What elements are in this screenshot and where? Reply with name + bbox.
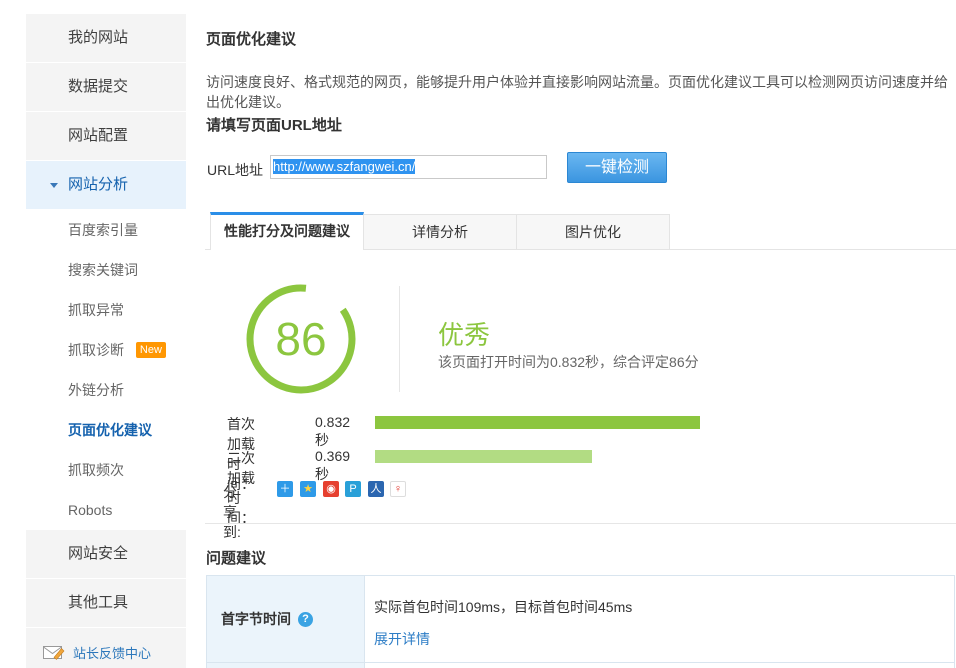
page-title: 页面优化建议 [206, 28, 296, 49]
vertical-divider [399, 286, 400, 392]
sidebar-item-label: 网站分析 [68, 176, 128, 193]
sidebar-item-data-submit[interactable]: 数据提交 [26, 63, 186, 111]
issue-name-cell: 首字节时间 ? [207, 576, 365, 662]
sidebar-item-crawl-frequency[interactable]: 抓取频次 [26, 450, 186, 490]
horizontal-divider [205, 523, 956, 524]
qzone-icon[interactable]: ★ [300, 481, 316, 497]
sidebar-item-feedback-center[interactable]: 站长反馈中心 [26, 628, 186, 668]
feedback-label: 站长反馈中心 [73, 643, 151, 662]
sidebar-item-other-tools[interactable]: 其他工具 [26, 579, 186, 627]
issue-detail-cell [365, 663, 954, 668]
url-section-title: 请填写页面URL地址 [206, 114, 342, 135]
tab-performance-score[interactable]: 性能打分及问题建议 [210, 212, 364, 250]
main-content: 页面优化建议 访问速度良好、格式规范的网页，能够提升用户体验并直接影响网站流量。… [205, 0, 956, 668]
issue-detail-text: 实际首包时间109ms，目标首包时间45ms [374, 597, 954, 617]
result-tabs: 性能打分及问题建议 详情分析 图片优化 [205, 211, 956, 250]
url-input-selected-text: http://www.szfangwei.cn/ [273, 159, 415, 174]
issue-name: 首字节时间 [221, 609, 291, 629]
expand-details-link[interactable]: 展开详情 [374, 629, 430, 649]
people-weibo-icon[interactable]: ♀ [390, 481, 406, 497]
table-row: 首字节时间 ? 实际首包时间109ms，目标首包时间45ms 展开详情 [207, 576, 954, 662]
sidebar-item-label: 抓取诊断 [68, 342, 124, 358]
issue-detail-cell: 实际首包时间109ms，目标首包时间45ms 展开详情 [365, 576, 954, 662]
sidebar-item-crawl-diagnosis[interactable]: 抓取诊断 New [26, 330, 186, 370]
new-badge: New [136, 342, 166, 358]
score-value: 86 [246, 284, 356, 394]
table-row [207, 662, 954, 668]
renren-icon[interactable]: 人 [368, 481, 384, 497]
sidebar-item-crawl-errors[interactable]: 抓取异常 [26, 290, 186, 330]
first-load-value: 0.832 秒 [315, 414, 350, 450]
sidebar-item-site-config[interactable]: 网站配置 [26, 112, 186, 160]
page-optimization-tool-page: 我的网站 数据提交 网站配置 网站分析 百度索引量 搜索关键词 抓取异常 抓取诊… [0, 0, 956, 668]
chevron-down-icon [50, 183, 58, 188]
page-description: 访问速度良好、格式规范的网页，能够提升用户体验并直接影响网站流量。页面优化建议工… [206, 72, 956, 112]
issue-name-cell [207, 663, 365, 668]
sidebar-item-page-optimization[interactable]: 页面优化建议 [26, 410, 186, 450]
url-input[interactable]: http://www.szfangwei.cn/ [270, 155, 547, 179]
url-field-label: URL地址 [207, 160, 263, 180]
score-summary: 该页面打开时间为0.832秒，综合评定86分 [438, 352, 699, 372]
issues-section-title: 问题建议 [206, 547, 266, 568]
sidebar: 我的网站 数据提交 网站配置 网站分析 百度索引量 搜索关键词 抓取异常 抓取诊… [26, 14, 186, 668]
issues-table: 首字节时间 ? 实际首包时间109ms，目标首包时间45ms 展开详情 [206, 575, 955, 668]
sidebar-submenu: 百度索引量 搜索关键词 抓取异常 抓取诊断 New 外链分析 页面优化建议 抓取… [26, 210, 186, 530]
sidebar-item-robots[interactable]: Robots [26, 490, 186, 530]
share-label: 分享到: [223, 482, 241, 542]
second-load-bar [375, 450, 592, 463]
sidebar-item-baidu-index[interactable]: 百度索引量 [26, 210, 186, 250]
mail-pencil-icon [43, 644, 65, 661]
sidebar-item-site-analysis[interactable]: 网站分析 [26, 161, 186, 209]
help-icon[interactable]: ? [298, 612, 313, 627]
sidebar-item-backlink-analysis[interactable]: 外链分析 [26, 370, 186, 410]
one-click-check-button[interactable]: 一键检测 [567, 152, 667, 183]
tencent-weibo-icon[interactable]: P [345, 481, 361, 497]
share-plus-icon[interactable]: ＋ [277, 481, 293, 497]
second-load-value: 0.369 秒 [315, 448, 350, 484]
tab-detail-analysis[interactable]: 详情分析 [363, 214, 517, 249]
sidebar-item-search-keywords[interactable]: 搜索关键词 [26, 250, 186, 290]
sina-weibo-icon[interactable]: ◉ [323, 481, 339, 497]
score-grade: 优秀 [438, 315, 490, 352]
sidebar-item-my-site[interactable]: 我的网站 [26, 14, 186, 62]
tab-image-optimization[interactable]: 图片优化 [516, 214, 670, 249]
first-load-bar [375, 416, 700, 429]
sidebar-item-site-security[interactable]: 网站安全 [26, 530, 186, 578]
